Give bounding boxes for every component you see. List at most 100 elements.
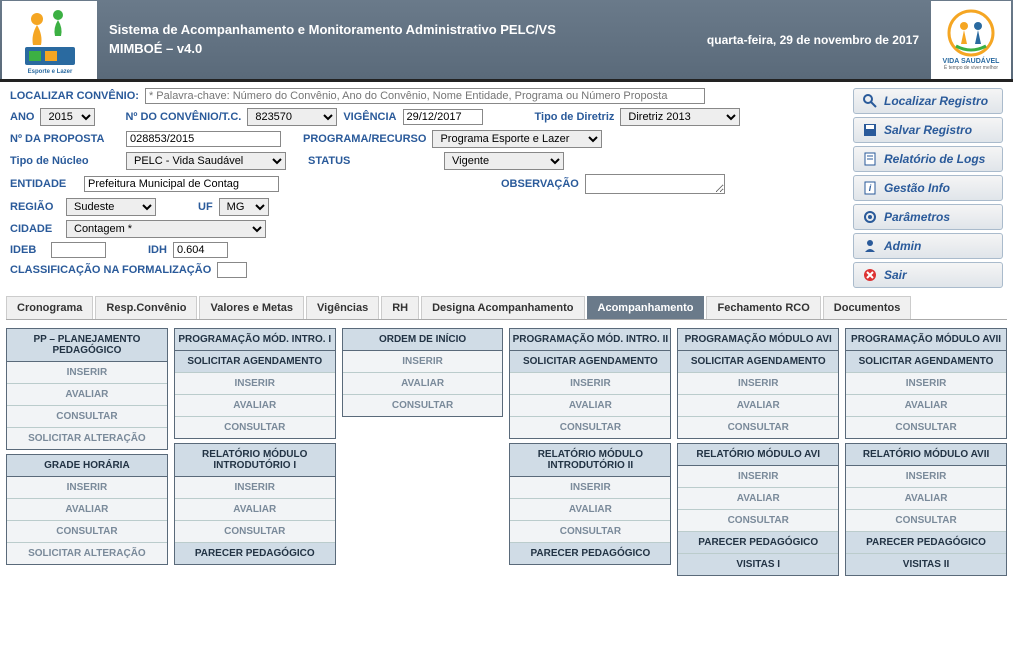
panel-action[interactable]: CONSULTAR (678, 510, 838, 532)
uf-select[interactable]: MG (219, 198, 269, 216)
panel-action[interactable]: AVALIAR (678, 488, 838, 510)
panel-action[interactable]: AVALIAR (7, 499, 167, 521)
regiao-select[interactable]: Sudeste (66, 198, 156, 216)
entidade-label: ENTIDADE (10, 178, 78, 190)
classificacao-input[interactable] (217, 262, 247, 278)
localizar-convenio-input[interactable] (145, 88, 705, 104)
panel-action[interactable]: AVALIAR (175, 395, 335, 417)
entidade-input[interactable] (84, 176, 279, 192)
panel-action[interactable]: INSERIR (175, 477, 335, 499)
panel: PROGRAMAÇÃO MÓDULO AVISOLICITAR AGENDAME… (677, 328, 839, 439)
vigencia-label: VIGÊNCIA (343, 111, 396, 123)
panel-col-4: PROGRAMAÇÃO MÓDULO AVISOLICITAR AGENDAME… (677, 328, 839, 576)
tab-rh[interactable]: RH (381, 296, 419, 319)
panel-action[interactable]: CONSULTAR (846, 510, 1006, 532)
panel-action[interactable]: INSERIR (846, 373, 1006, 395)
tipo-diretriz-select[interactable]: Diretriz 2013 (620, 108, 740, 126)
sair-button[interactable]: Sair (853, 262, 1003, 288)
vida-saudavel-icon (946, 8, 996, 58)
parametros-button[interactable]: Parâmetros (853, 204, 1003, 230)
admin-button[interactable]: Admin (853, 233, 1003, 259)
panel-action[interactable]: SOLICITAR ALTERAÇÃO (7, 543, 167, 564)
panel-action[interactable]: CONSULTAR (7, 406, 167, 428)
panel-action[interactable]: INSERIR (7, 477, 167, 499)
panel: PP – PLANEJAMENTO PEDAGÓGICOINSERIRAVALI… (6, 328, 168, 450)
panel-action[interactable]: PARECER PEDAGÓGICO (510, 543, 670, 564)
panel-action[interactable]: PARECER PEDAGÓGICO (175, 543, 335, 564)
panel-action[interactable]: INSERIR (846, 466, 1006, 488)
logo-vida-saudavel: VIDA SAUDÁVEL É tempo de viver melhor (931, 1, 1011, 79)
panel-action[interactable]: INSERIR (7, 362, 167, 384)
panel: RELATÓRIO MÓDULO INTRODUTÓRIO IIINSERIRA… (509, 443, 671, 565)
tab-cronograma[interactable]: Cronograma (6, 296, 93, 319)
panel-action[interactable]: SOLICITAR AGENDAMENTO (846, 351, 1006, 373)
panel-action[interactable]: SOLICITAR ALTERAÇÃO (7, 428, 167, 449)
panel-action[interactable]: CONSULTAR (846, 417, 1006, 438)
panel-action[interactable]: AVALIAR (678, 395, 838, 417)
status-label: STATUS (308, 155, 438, 167)
ideb-input[interactable] (51, 242, 106, 258)
panel-action[interactable]: INSERIR (510, 373, 670, 395)
pelc-logo-icon: Esporte e Lazer (15, 5, 85, 75)
gestao-info-button[interactable]: iGestão Info (853, 175, 1003, 201)
tab-designa-acomp[interactable]: Designa Acompanhamento (421, 296, 584, 319)
num-proposta-input[interactable] (126, 131, 281, 147)
tab-fechamento-rco[interactable]: Fechamento RCO (706, 296, 820, 319)
panel-action[interactable]: AVALIAR (175, 499, 335, 521)
panel: PROGRAMAÇÃO MÓD. INTRO. ISOLICITAR AGEND… (174, 328, 336, 439)
header-date: quarta-feira, 29 de novembro de 2017 (707, 33, 931, 47)
tipo-nucleo-select[interactable]: PELC - Vida Saudável (126, 152, 286, 170)
user-icon (862, 238, 878, 254)
panel-action[interactable]: AVALIAR (846, 488, 1006, 510)
programa-select[interactable]: Programa Esporte e Lazer (432, 130, 602, 148)
panel-action[interactable]: AVALIAR (7, 384, 167, 406)
observacao-textarea[interactable] (585, 174, 725, 194)
num-convenio-select[interactable]: 823570 (247, 108, 337, 126)
panel-action[interactable]: SOLICITAR AGENDAMENTO (510, 351, 670, 373)
panel-action[interactable]: INSERIR (343, 351, 503, 373)
panel: RELATÓRIO MÓDULO AVIINSERIRAVALIARCONSUL… (677, 443, 839, 576)
panel-action[interactable]: PARECER PEDAGÓGICO (846, 532, 1006, 554)
cidade-select[interactable]: Contagem * (66, 220, 266, 238)
relatorio-logs-button[interactable]: Relatório de Logs (853, 146, 1003, 172)
panel-action[interactable]: INSERIR (175, 373, 335, 395)
tab-resp-convenio[interactable]: Resp.Convênio (95, 296, 197, 319)
panel: PROGRAMAÇÃO MÓD. INTRO. IISOLICITAR AGEN… (509, 328, 671, 439)
panel-action[interactable]: SOLICITAR AGENDAMENTO (678, 351, 838, 373)
panel-action[interactable]: CONSULTAR (175, 417, 335, 438)
panel-action[interactable]: INSERIR (678, 373, 838, 395)
tab-valores-metas[interactable]: Valores e Metas (199, 296, 304, 319)
panel-action[interactable]: VISITAS I (678, 554, 838, 575)
app-header: Esporte e Lazer Sistema de Acompanhament… (0, 0, 1013, 82)
panel-action[interactable]: AVALIAR (846, 395, 1006, 417)
salvar-registro-button[interactable]: Salvar Registro (853, 117, 1003, 143)
panel-action[interactable]: VISITAS II (846, 554, 1006, 575)
panel-action[interactable]: INSERIR (510, 477, 670, 499)
status-select[interactable]: Vigente (444, 152, 564, 170)
tab-documentos[interactable]: Documentos (823, 296, 912, 319)
panel-action[interactable]: AVALIAR (510, 395, 670, 417)
panel-action[interactable]: CONSULTAR (175, 521, 335, 543)
panel-action[interactable]: CONSULTAR (7, 521, 167, 543)
panel-action[interactable]: SOLICITAR AGENDAMENTO (175, 351, 335, 373)
localizar-registro-button[interactable]: Localizar Registro (853, 88, 1003, 114)
panel-action[interactable]: PARECER PEDAGÓGICO (678, 532, 838, 554)
ideb-label: IDEB (10, 244, 45, 256)
panel-col-3: PROGRAMAÇÃO MÓD. INTRO. IISOLICITAR AGEN… (509, 328, 671, 565)
tab-vigencias[interactable]: Vigências (306, 296, 379, 319)
panel-action[interactable]: CONSULTAR (343, 395, 503, 416)
logo-right-sub: É tempo de viver melhor (944, 65, 998, 71)
panel-action[interactable]: AVALIAR (510, 499, 670, 521)
panel-action[interactable]: INSERIR (678, 466, 838, 488)
panel-action[interactable]: CONSULTAR (510, 417, 670, 438)
ano-select[interactable]: 2015 (40, 108, 95, 126)
side-label: Gestão Info (884, 181, 950, 195)
tab-acompanhamento[interactable]: Acompanhamento (587, 296, 705, 319)
idh-input[interactable] (173, 242, 228, 258)
panel-action[interactable]: CONSULTAR (510, 521, 670, 543)
tabs-bar: Cronograma Resp.Convênio Valores e Metas… (6, 296, 1007, 320)
programa-label: PROGRAMA/RECURSO (303, 133, 426, 145)
vigencia-input[interactable] (403, 109, 483, 125)
panel-action[interactable]: CONSULTAR (678, 417, 838, 438)
panel-action[interactable]: AVALIAR (343, 373, 503, 395)
